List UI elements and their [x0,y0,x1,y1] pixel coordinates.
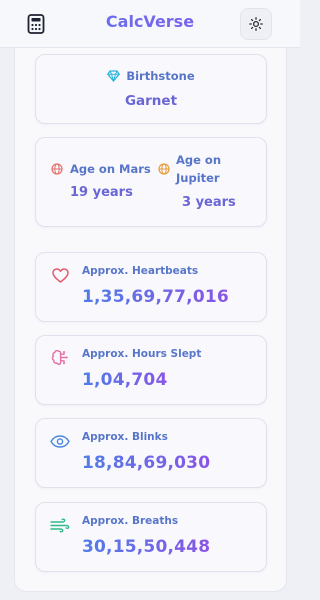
wind-icon [50,515,70,535]
stat-value: 1,04,704 [82,370,168,390]
stat-value: 1,35,69,77,016 [82,287,229,307]
stat-label: Approx. Breaths [82,515,179,527]
top-bar: CalcVerse [0,0,300,48]
age-on-mars: Age on Mars 19 years [36,138,152,226]
stat-label: Approx. Blinks [82,431,168,443]
birthstone-card: Birthstone Garnet [35,54,267,124]
brain-icon [50,348,70,368]
hours-slept-card: Approx. Hours Slept 1,04,704 [35,335,267,405]
heart-icon [50,265,70,285]
stat-label: Approx. Hours Slept [82,348,202,360]
age-on-jupiter-value: 3 years [182,195,236,210]
stat-value: 30,15,50,448 [82,537,211,557]
birthstone-label: Birthstone [126,69,195,83]
globe-icon [51,163,63,175]
blinks-card: Approx. Blinks 18,84,69,030 [35,418,267,488]
results-panel: Birthstone Garnet Age on Mars 19 years A… [14,48,287,592]
globe-icon [158,163,170,175]
gem-icon [107,70,121,82]
stat-label: Approx. Heartbeats [82,265,199,277]
age-on-jupiter-label-line1: Age on [176,153,222,167]
eye-icon [50,431,70,451]
sun-icon [249,17,263,31]
birthstone-value: Garnet [124,93,178,109]
age-on-jupiter-label-line2: Jupiter [176,171,220,185]
stat-value: 18,84,69,030 [82,453,211,473]
heartbeats-card: Approx. Heartbeats 1,35,69,77,016 [35,252,267,322]
age-on-jupiter: Age on Jupiter 3 years [152,138,268,226]
theme-toggle-button[interactable] [240,8,272,40]
age-on-mars-value: 19 years [70,185,133,200]
planet-ages-card: Age on Mars 19 years Age on Jupiter 3 ye… [35,137,267,227]
age-on-mars-label: Age on Mars [70,162,151,176]
breaths-card: Approx. Breaths 30,15,50,448 [35,502,267,572]
